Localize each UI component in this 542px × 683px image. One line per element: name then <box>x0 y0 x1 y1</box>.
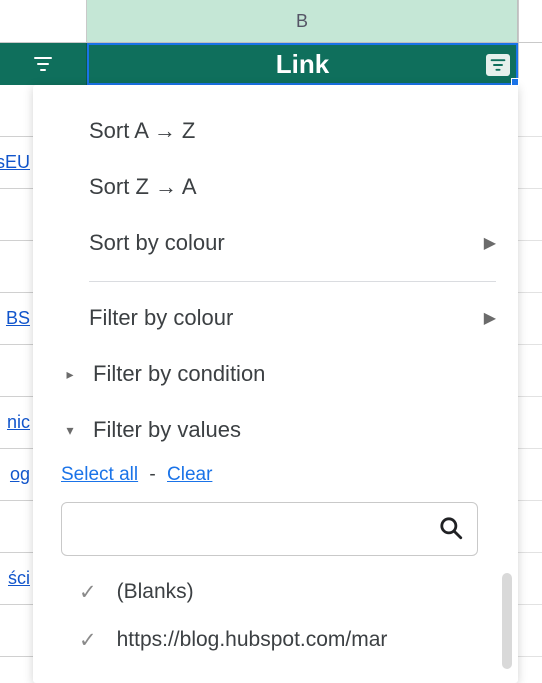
bg-right-cell <box>518 449 542 501</box>
dash: - <box>143 464 161 485</box>
header-cell-b[interactable]: Link <box>87 43 518 85</box>
value-item[interactable]: ✓ (Blanks) <box>61 568 476 616</box>
bg-cell-fragment <box>0 605 33 657</box>
value-label: (Blanks) <box>117 580 194 604</box>
bg-cell-fragment <box>0 189 33 241</box>
bg-cell-fragment <box>0 345 33 397</box>
bg-right-strip <box>518 85 542 683</box>
column-letter: B <box>296 11 308 32</box>
gutter-right-2 <box>518 43 542 85</box>
bg-right-cell <box>518 293 542 345</box>
gutter-right <box>518 0 542 43</box>
column-header-row: B <box>0 0 542 43</box>
bg-cell-fragment: nic <box>0 397 33 449</box>
chevron-right-icon: ▶ <box>484 233 496 253</box>
bg-cell-fragment <box>0 85 33 137</box>
bg-right-cell <box>518 605 542 657</box>
check-icon: ✓ <box>79 580 97 605</box>
bg-cell-fragment: ści <box>0 553 33 605</box>
bg-cell-fragment: og <box>0 449 33 501</box>
filter-by-values[interactable]: ▾ Filter by values <box>61 402 496 458</box>
bg-cell-fragment <box>0 241 33 293</box>
column-title: Link <box>276 49 329 80</box>
filter-icon <box>33 56 53 72</box>
bg-right-cell <box>518 397 542 449</box>
header-cell-a[interactable] <box>0 43 87 85</box>
select-all-link[interactable]: Select all <box>61 464 138 485</box>
sort-a-z[interactable]: Sort A → Z <box>61 103 496 159</box>
filter-active-icon <box>490 58 506 72</box>
value-label: https://blog.hubspot.com/mar <box>117 628 388 652</box>
bg-right-cell <box>518 241 542 293</box>
chevron-right-icon: ▶ <box>484 308 496 328</box>
selection-handle[interactable] <box>511 78 519 86</box>
sort-by-colour[interactable]: Sort by colour ▶ <box>61 215 496 271</box>
bg-left-strip: sEU BS nicog ści <box>0 85 33 683</box>
check-icon: ✓ <box>79 628 97 653</box>
search-icon[interactable] <box>438 515 464 546</box>
bg-right-cell <box>518 137 542 189</box>
bg-cell-fragment: BS <box>0 293 33 345</box>
filter-by-condition[interactable]: ▸ Filter by condition <box>61 346 496 402</box>
bg-right-cell <box>518 553 542 605</box>
filter-by-colour[interactable]: Filter by colour ▶ <box>61 290 496 346</box>
value-list: ✓ (Blanks) ✓ https://blog.hubspot.com/mar <box>61 568 496 664</box>
gutter-left <box>0 0 87 43</box>
filter-popup: Sort A → Z Sort Z → A Sort by colour ▶ F… <box>33 85 518 683</box>
select-links: Select all - Clear <box>61 458 496 502</box>
bg-cell-fragment: sEU <box>0 137 33 189</box>
search-input[interactable] <box>61 502 478 556</box>
menu-label: Filter by condition <box>93 361 265 387</box>
menu-label: Sort Z → A <box>89 174 197 200</box>
filter-chip[interactable] <box>486 54 510 76</box>
divider <box>89 281 496 282</box>
bg-cell-fragment <box>0 501 33 553</box>
bg-right-cell <box>518 189 542 241</box>
sort-z-a[interactable]: Sort Z → A <box>61 159 496 215</box>
menu-label: Sort A → Z <box>89 118 195 144</box>
value-item[interactable]: ✓ https://blog.hubspot.com/mar <box>61 616 476 664</box>
column-header-b[interactable]: B <box>87 0 518 43</box>
bg-right-cell <box>518 501 542 553</box>
menu-label: Filter by values <box>93 417 241 443</box>
clear-link[interactable]: Clear <box>167 464 212 485</box>
menu-label: Sort by colour <box>89 230 225 256</box>
value-list-scrollbar[interactable] <box>502 573 512 669</box>
bg-right-cell <box>518 85 542 137</box>
bg-right-cell <box>518 345 542 397</box>
header-row: Link <box>0 43 542 85</box>
menu-label: Filter by colour <box>89 305 233 331</box>
caret-down-icon: ▾ <box>61 422 79 439</box>
caret-right-icon: ▸ <box>61 366 79 383</box>
